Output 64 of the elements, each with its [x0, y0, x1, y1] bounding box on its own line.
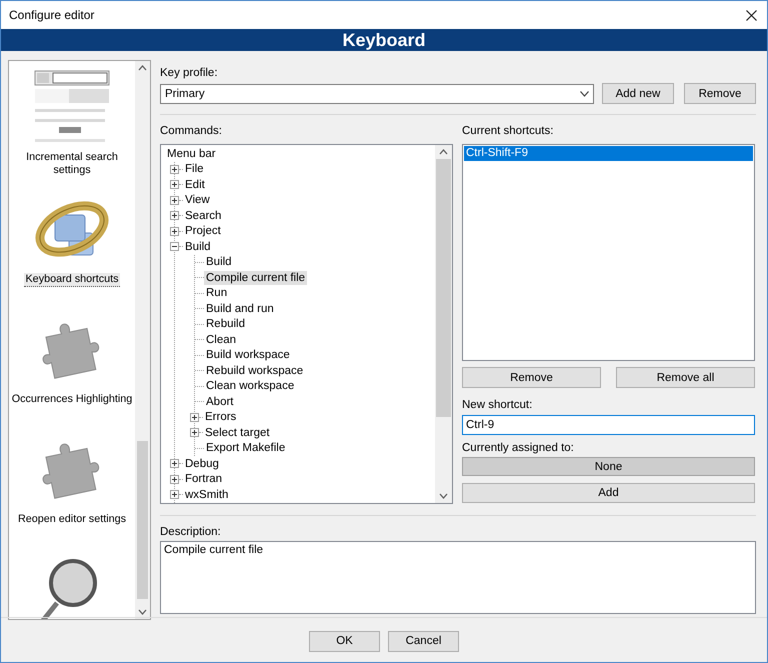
- expand-button[interactable]: [190, 428, 199, 438]
- tree-item[interactable]: Build: [183, 240, 213, 254]
- profile-button[interactable]: Remove: [684, 83, 756, 104]
- tree-item[interactable]: Run: [204, 286, 230, 300]
- field-label: Currently assigned to:: [462, 441, 574, 456]
- list-item[interactable]: Ctrl-Shift-F9: [464, 146, 753, 161]
- dialog-button[interactable]: Cancel: [388, 630, 459, 652]
- window-title: Configure editor: [9, 8, 94, 22]
- tree-item[interactable]: Build and run: [204, 302, 276, 316]
- expand-button[interactable]: [170, 211, 179, 220]
- field-label: Current shortcuts:: [462, 124, 554, 139]
- tree-item[interactable]: Debug: [183, 456, 221, 471]
- remove-button[interactable]: Remove all: [616, 367, 755, 388]
- tree-item[interactable]: Fortran: [183, 472, 224, 486]
- tree-item[interactable]: wxSmith: [183, 488, 230, 502]
- tree-item[interactable]: Clean: [204, 332, 238, 347]
- tree-item[interactable]: View: [183, 193, 212, 208]
- tree-item[interactable]: Compile current file: [204, 270, 308, 285]
- dialog-button[interactable]: OK: [309, 630, 380, 652]
- scroll-thumb[interactable]: [436, 159, 451, 417]
- tree-item[interactable]: Search: [183, 208, 224, 223]
- tree-item[interactable]: Errors: [203, 410, 238, 424]
- scrollbar[interactable]: [135, 61, 150, 619]
- collapse-button[interactable]: [170, 242, 179, 252]
- scrollbar[interactable]: [435, 145, 452, 503]
- sidebar-item[interactable]: Keyboard shortcuts: [24, 273, 120, 287]
- sidebar-item[interactable]: Incremental search settings: [9, 151, 135, 177]
- expand-button[interactable]: [170, 226, 179, 236]
- expand-button[interactable]: [170, 164, 179, 174]
- sidebar-item[interactable]: Reopen editor settings: [16, 513, 128, 526]
- tree-item[interactable]: Edit: [183, 178, 207, 192]
- close-icon[interactable]: [746, 10, 757, 20]
- tree-item[interactable]: Export Makefile: [204, 441, 288, 456]
- remove-button[interactable]: Remove: [462, 367, 601, 388]
- tree-item[interactable]: File: [183, 162, 206, 176]
- tree-item[interactable]: Select target: [203, 426, 272, 440]
- field-label: Commands:: [160, 124, 222, 139]
- expand-button[interactable]: [170, 180, 179, 190]
- tree-item[interactable]: Clean workspace: [204, 379, 296, 394]
- tree-item[interactable]: Menu bar: [165, 146, 218, 161]
- scroll-thumb[interactable]: [137, 441, 148, 599]
- field-label: New shortcut:: [462, 398, 532, 413]
- tree-item[interactable]: Build workspace: [204, 348, 292, 362]
- profile-button[interactable]: Add new: [602, 83, 674, 104]
- expand-button[interactable]: [170, 196, 179, 205]
- add-button[interactable]: Add: [462, 483, 755, 503]
- page-banner: Keyboard: [1, 29, 767, 51]
- tree-item[interactable]: Rebuild workspace: [204, 364, 306, 378]
- expand-button[interactable]: [170, 474, 179, 484]
- field-label: Key profile:: [160, 66, 218, 81]
- sidebar-item[interactable]: Occurrences Highlighting: [10, 393, 134, 406]
- shortcut-input[interactable]: Ctrl-9: [462, 415, 755, 435]
- expand-button[interactable]: [170, 459, 179, 468]
- expand-button[interactable]: [170, 490, 179, 500]
- assigned-value: None: [462, 457, 755, 476]
- tree-item[interactable]: Project: [183, 224, 223, 238]
- profile-dropdown[interactable]: Primary: [160, 84, 594, 104]
- field-label: Description:: [160, 525, 221, 540]
- expand-button[interactable]: [190, 412, 199, 422]
- tree-item[interactable]: Rebuild: [204, 317, 247, 332]
- description-box: Compile current file: [160, 541, 756, 614]
- dropdown-caret-icon[interactable]: [580, 90, 589, 96]
- tree-item[interactable]: Abort: [204, 394, 236, 409]
- tree-item[interactable]: Build: [204, 255, 234, 270]
